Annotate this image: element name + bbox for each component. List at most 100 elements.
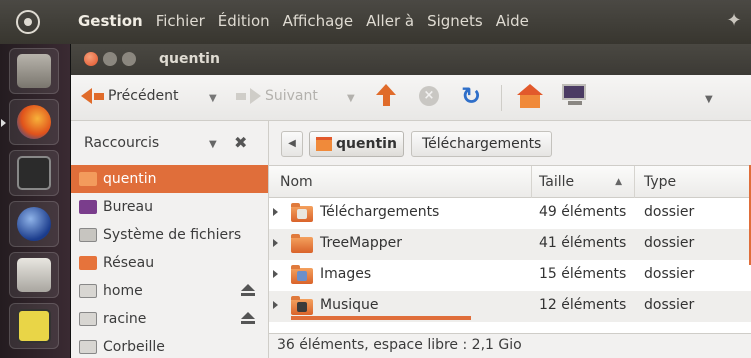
browser-icon[interactable] xyxy=(9,201,59,247)
column-header-label: Taille xyxy=(539,174,575,190)
desktop-icon xyxy=(79,200,97,214)
menu-aide[interactable]: Aide xyxy=(496,12,529,30)
sidebar-item-label: Bureau xyxy=(103,199,153,215)
ubuntu-logo-icon[interactable] xyxy=(16,10,40,34)
folder-icon xyxy=(291,234,313,253)
file-name: TreeMapper xyxy=(320,235,402,251)
drive-icon xyxy=(79,312,97,326)
parent-folder-button[interactable] xyxy=(375,84,397,106)
camera-icon[interactable] xyxy=(9,252,59,298)
top-panel: Gestion Fichier Édition Affichage Aller … xyxy=(0,0,751,44)
path-bar: ◀ quentin Téléchargements xyxy=(269,121,751,165)
breadcrumb-label: quentin xyxy=(336,136,397,152)
sidebar: Raccourcis ▼ ✖ quentin Bureau Système de… xyxy=(71,121,269,358)
menu-aller-a[interactable]: Aller à xyxy=(366,12,414,30)
files-icon[interactable] xyxy=(9,48,59,94)
sidebar-item-label: quentin xyxy=(103,171,157,187)
expand-arrow-icon[interactable] xyxy=(273,270,278,278)
sidebar-header: Raccourcis ▼ ✖ xyxy=(71,121,268,165)
toolbar: Précédent ▼ Suivant ▼ × ↻ ▼ xyxy=(71,75,751,121)
expand-arrow-icon[interactable] xyxy=(273,208,278,216)
forward-button[interactable]: Suivant xyxy=(236,88,318,104)
sidebar-item-corbeille[interactable]: Corbeille xyxy=(71,333,268,358)
forward-arrow-icon xyxy=(250,88,261,104)
home-button[interactable] xyxy=(517,84,543,110)
home-icon xyxy=(316,137,332,151)
window-title: quentin xyxy=(159,51,220,67)
sidebar-mode-dropdown[interactable]: ▼ xyxy=(209,139,217,150)
status-bar: 36 éléments, espace libre : 2,1 Gio xyxy=(269,333,751,358)
eject-icon[interactable] xyxy=(241,312,255,326)
home-folder-icon xyxy=(79,172,97,186)
column-header-name[interactable]: Nom xyxy=(269,166,532,198)
up-arrow-icon xyxy=(376,84,396,95)
column-header-size[interactable]: Taille ▲ xyxy=(532,166,635,198)
sidebar-item-label: Système de fichiers xyxy=(103,227,242,243)
menu-gestion[interactable]: Gestion xyxy=(78,12,143,30)
stop-button[interactable]: × xyxy=(419,86,439,106)
sidebar-item-label: Réseau xyxy=(103,255,155,271)
folder-icon xyxy=(291,203,313,222)
computer-button[interactable] xyxy=(562,84,588,106)
sidebar-item-label: home xyxy=(103,283,143,299)
toolbar-overflow-dropdown[interactable]: ▼ xyxy=(705,94,713,105)
close-sidebar-icon[interactable]: ✖ xyxy=(234,133,247,152)
table-row[interactable]: Téléchargements 49 éléments dossier xyxy=(269,198,751,229)
sidebar-item-label: Corbeille xyxy=(103,339,165,355)
horizontal-scroll-indicator[interactable] xyxy=(291,316,471,320)
file-size: 49 éléments xyxy=(539,204,627,220)
file-type: dossier xyxy=(644,235,695,251)
sidebar-item-filesystem[interactable]: Système de fichiers xyxy=(71,221,268,249)
terminal-icon[interactable] xyxy=(9,150,59,196)
sidebar-item-reseau[interactable]: Réseau xyxy=(71,249,268,277)
breadcrumb-telechargements[interactable]: Téléchargements xyxy=(411,131,553,157)
file-manager-window: quentin Précédent ▼ Suivant ▼ × ↻ ▼ Racc… xyxy=(70,44,751,358)
sidebar-item-quentin[interactable]: quentin xyxy=(71,165,268,193)
file-name: Musique xyxy=(320,297,379,313)
file-list: Nom Taille ▲ Type Téléchargements 49 élé… xyxy=(269,165,751,333)
table-row[interactable]: Images 15 éléments dossier xyxy=(269,260,751,291)
path-scroll-left-button[interactable]: ◀ xyxy=(281,131,303,157)
sidebar-title[interactable]: Raccourcis xyxy=(84,135,159,151)
menu-signets[interactable]: Signets xyxy=(427,12,483,30)
sidebar-item-racine[interactable]: racine xyxy=(71,305,268,333)
pictures-folder-icon xyxy=(291,265,313,284)
status-text: 36 éléments, espace libre : 2,1 Gio xyxy=(277,337,522,353)
music-folder-icon xyxy=(291,296,313,315)
menu-bar: Gestion Fichier Édition Affichage Aller … xyxy=(78,12,542,30)
file-type: dossier xyxy=(644,266,695,282)
menu-affichage[interactable]: Affichage xyxy=(283,12,353,30)
network-status-icon[interactable]: ✦ xyxy=(723,10,745,32)
back-history-dropdown[interactable]: ▼ xyxy=(209,93,217,104)
title-bar[interactable]: quentin xyxy=(71,44,751,75)
file-size: 15 éléments xyxy=(539,266,627,282)
trash-icon xyxy=(79,340,97,354)
eject-icon[interactable] xyxy=(241,284,255,298)
column-headers: Nom Taille ▲ Type xyxy=(269,166,751,198)
drive-icon xyxy=(79,284,97,298)
minimize-window-button[interactable] xyxy=(103,52,117,66)
sort-ascending-icon: ▲ xyxy=(615,177,622,187)
table-row[interactable]: TreeMapper 41 éléments dossier xyxy=(269,229,751,260)
expand-arrow-icon[interactable] xyxy=(273,239,278,247)
sidebar-item-bureau[interactable]: Bureau xyxy=(71,193,268,221)
network-icon xyxy=(79,256,97,270)
column-header-type[interactable]: Type xyxy=(635,166,751,198)
reload-icon[interactable]: ↻ xyxy=(459,83,483,109)
expand-arrow-icon[interactable] xyxy=(273,301,278,309)
maximize-window-button[interactable] xyxy=(122,52,136,66)
drawing-icon[interactable] xyxy=(9,303,59,349)
sidebar-item-home[interactable]: home xyxy=(71,277,268,305)
sidebar-item-label: racine xyxy=(103,311,147,327)
running-indicator xyxy=(1,119,6,127)
menu-fichier[interactable]: Fichier xyxy=(156,12,205,30)
firefox-icon[interactable] xyxy=(9,99,59,145)
forward-history-dropdown[interactable]: ▼ xyxy=(347,93,355,104)
back-button[interactable]: Précédent xyxy=(81,88,178,104)
file-type: dossier xyxy=(644,297,695,313)
breadcrumb-quentin[interactable]: quentin xyxy=(309,131,404,157)
file-size: 41 éléments xyxy=(539,235,627,251)
close-window-button[interactable] xyxy=(84,52,98,66)
toolbar-separator xyxy=(501,85,502,111)
menu-edition[interactable]: Édition xyxy=(218,12,270,30)
